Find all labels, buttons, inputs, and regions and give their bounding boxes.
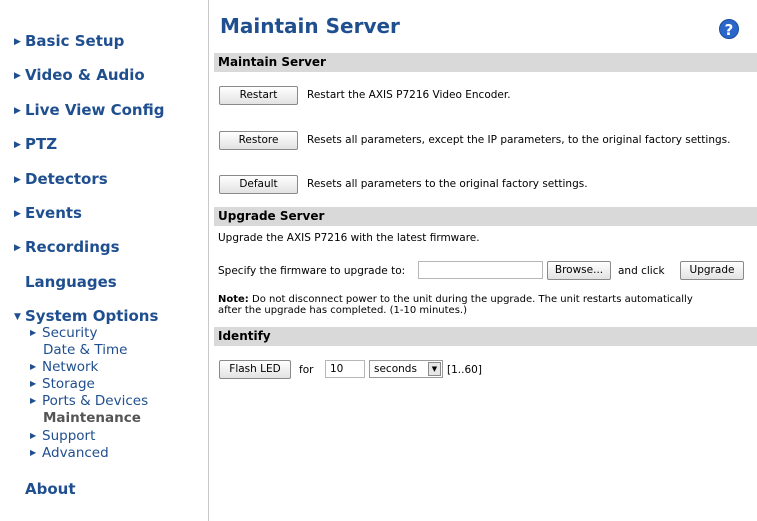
sub-network-label: Network — [42, 359, 99, 375]
note-bold-label: Note: — [218, 294, 249, 305]
sub-maintenance-label: Maintenance — [43, 410, 141, 426]
sub-ports-devices-label: Ports & Devices — [42, 393, 149, 409]
and-click-label: and click — [618, 265, 665, 277]
nav-recordings-label: Recordings — [25, 238, 120, 256]
nav-detectors[interactable]: ▶ Detectors — [14, 170, 108, 188]
caret-right-icon: ▶ — [14, 209, 21, 219]
sub-support-label: Support — [42, 428, 96, 444]
sub-storage[interactable]: ▶ Storage — [30, 376, 95, 392]
nav-basic-setup-label: Basic Setup — [25, 32, 125, 50]
nav-events[interactable]: ▶ Events — [14, 204, 82, 222]
note-line-2: after the upgrade has completed. (1-10 m… — [218, 305, 467, 316]
section-header-identify: Identify — [214, 327, 757, 346]
flash-led-button[interactable]: Flash LED — [219, 360, 291, 379]
flash-duration-input[interactable] — [325, 360, 365, 378]
nav-ptz-label: PTZ — [25, 135, 58, 153]
nav-live-view-config-label: Live View Config — [25, 101, 165, 119]
nav-video-audio[interactable]: ▶ Video & Audio — [14, 66, 145, 84]
specify-firmware-label: Specify the firmware to upgrade to: — [218, 265, 406, 277]
caret-right-icon: ▶ — [30, 328, 37, 337]
caret-right-icon: ▶ — [14, 140, 21, 150]
caret-right-icon: ▶ — [14, 243, 21, 253]
nav-languages[interactable]: Languages — [25, 273, 117, 291]
section-header-upgrade: Upgrade Server — [214, 207, 757, 226]
page-title: Maintain Server — [220, 14, 400, 38]
sub-date-time-label: Date & Time — [43, 342, 128, 358]
duration-range-hint: [1..60] — [447, 364, 482, 376]
nav-video-audio-label: Video & Audio — [25, 66, 145, 84]
restart-description: Restart the AXIS P7216 Video Encoder. — [307, 89, 511, 101]
help-icon[interactable]: ? — [719, 19, 739, 39]
note-line-1: Do not disconnect power to the unit duri… — [248, 294, 693, 305]
duration-unit-select[interactable]: seconds ▼ — [369, 360, 443, 378]
browse-button[interactable]: Browse... — [547, 261, 611, 280]
nav-recordings[interactable]: ▶ Recordings — [14, 238, 120, 256]
main-content: Maintain Server ? Maintain Server Restar… — [214, 0, 757, 521]
sub-security[interactable]: ▶ Security — [30, 325, 97, 341]
nav-about[interactable]: About — [25, 480, 76, 498]
section-header-maintain: Maintain Server — [214, 53, 757, 72]
sub-storage-label: Storage — [42, 376, 95, 392]
dropdown-arrow-icon: ▼ — [428, 362, 441, 376]
sidebar: ▶ Basic Setup ▶ Video & Audio ▶ Live View C… — [0, 0, 209, 521]
sub-advanced[interactable]: ▶ Advanced — [30, 445, 109, 461]
nav-about-label: About — [25, 480, 76, 498]
caret-down-icon: ▼ — [14, 312, 21, 322]
duration-unit-value: seconds — [374, 363, 417, 375]
sub-security-label: Security — [42, 325, 98, 341]
sub-network[interactable]: ▶ Network — [30, 359, 98, 375]
nav-system-options-label: System Options — [25, 307, 159, 325]
caret-right-icon: ▶ — [14, 71, 21, 81]
caret-right-icon: ▶ — [30, 448, 37, 457]
nav-events-label: Events — [25, 204, 82, 222]
nav-ptz[interactable]: ▶ PTZ — [14, 135, 57, 153]
nav-languages-label: Languages — [25, 273, 117, 291]
sub-ports-devices[interactable]: ▶ Ports & Devices — [30, 393, 148, 409]
for-label: for — [299, 364, 314, 376]
sub-advanced-label: Advanced — [42, 445, 109, 461]
caret-right-icon: ▶ — [14, 175, 21, 185]
sub-maintenance[interactable]: Maintenance — [43, 410, 141, 426]
upgrade-intro: Upgrade the AXIS P7216 with the latest f… — [218, 232, 480, 244]
caret-right-icon: ▶ — [30, 362, 37, 371]
nav-basic-setup[interactable]: ▶ Basic Setup — [14, 32, 124, 50]
nav-live-view-config[interactable]: ▶ Live View Config — [14, 101, 164, 119]
default-button[interactable]: Default — [219, 175, 298, 194]
caret-right-icon: ▶ — [14, 37, 21, 47]
caret-right-icon: ▶ — [30, 431, 37, 440]
nav-system-options[interactable]: ▼ System Options — [14, 307, 158, 325]
restore-button[interactable]: Restore — [219, 131, 298, 150]
restore-description: Resets all parameters, except the IP par… — [307, 134, 731, 146]
sub-date-time[interactable]: Date & Time — [43, 342, 127, 358]
default-description: Resets all parameters to the original fa… — [307, 178, 588, 190]
sub-support[interactable]: ▶ Support — [30, 428, 95, 444]
upgrade-note: Note: Do not disconnect power to the uni… — [218, 294, 693, 316]
upgrade-button[interactable]: Upgrade — [680, 261, 744, 280]
caret-right-icon: ▶ — [30, 379, 37, 388]
firmware-file-input[interactable] — [418, 261, 543, 279]
restart-button[interactable]: Restart — [219, 86, 298, 105]
nav-detectors-label: Detectors — [25, 170, 108, 188]
caret-right-icon: ▶ — [30, 396, 37, 405]
caret-right-icon: ▶ — [14, 106, 21, 116]
